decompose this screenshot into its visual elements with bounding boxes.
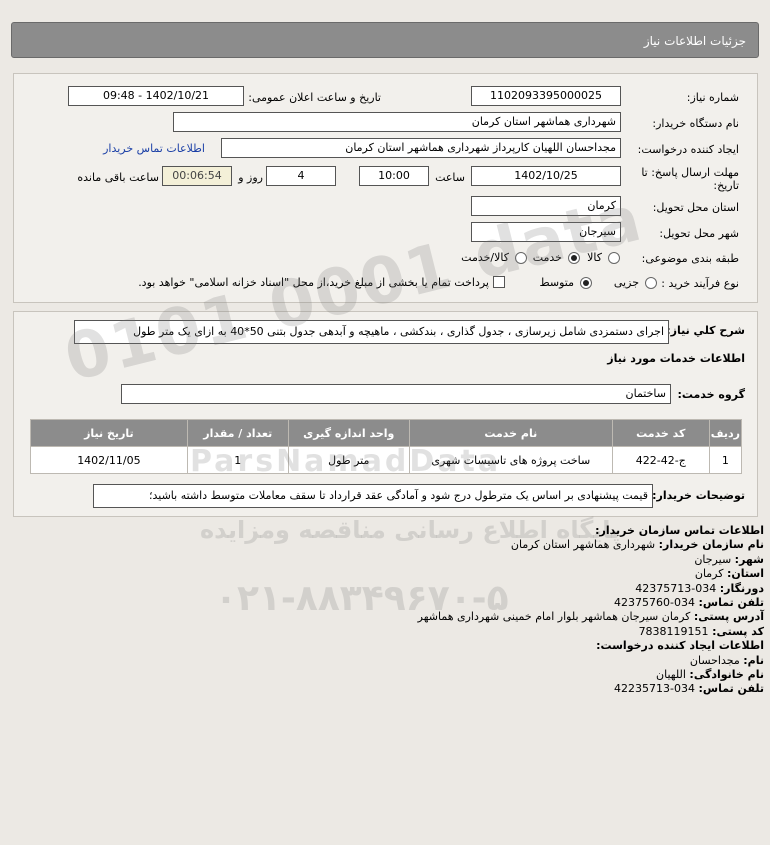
need-number-field: 1102093395000025: [471, 86, 621, 106]
contact-postal-label: کد پستی:: [712, 624, 764, 638]
description-label: شرح كلي نياز:: [666, 324, 745, 337]
table-header-row: ردیف کد خدمت نام خدمت واحد اندازه گیری ت…: [30, 419, 743, 447]
buyer-org-field: شهرداری هماشهر استان کرمان: [173, 112, 621, 132]
category-goods-service-radio[interactable]: [515, 252, 527, 264]
process-minor-label: جزیی: [613, 276, 639, 289]
column-header-need-date: تاریخ نیاز: [30, 419, 188, 447]
need-details-panel: شماره نیاز: 1102093395000025 تاریخ و ساع…: [13, 73, 758, 303]
contact-address: کرمان سیرجان هماشهر بلوار امام خمینی شهر…: [417, 610, 691, 624]
contact-org-label: نام سازمان خریدار:: [658, 538, 764, 552]
description-field: اجرای دستمزدی شامل زیرسازی ، جدول گذاری …: [74, 320, 669, 344]
creator-family: اللهیان: [656, 668, 686, 682]
province-label: استان محل تحویل:: [652, 201, 739, 214]
service-group-label: گروه خدمت:: [677, 388, 745, 401]
contact-org: شهرداری هماشهر استان کرمان: [510, 538, 656, 552]
cell-unit: متر طول: [287, 446, 410, 474]
deadline-date-field: 1402/10/25: [471, 166, 621, 186]
need-description-panel: شرح كلي نياز: اجرای دستمزدی شامل زیرسازی…: [13, 311, 758, 517]
column-header-service-code: کد خدمت: [611, 419, 710, 447]
cell-quantity: 1: [186, 446, 289, 474]
creator-name: مجداحسان: [689, 653, 740, 667]
cell-need-date: 1402/11/05: [30, 446, 188, 474]
city-field: سیرجان: [471, 222, 621, 242]
contact-province-label: استان:: [727, 567, 764, 581]
creator-phone-label: تلفن تماس:: [698, 682, 764, 696]
deadline-label: مهلت ارسال پاسخ: تا تاریخ:: [641, 166, 739, 192]
category-service-label: خدمت: [532, 251, 562, 264]
category-goods-radio[interactable]: [608, 252, 620, 264]
process-medium-label: متوسط: [539, 276, 574, 289]
page-title: جزئیات اطلاعات نیاز: [643, 34, 746, 48]
contact-province: کرمان: [694, 567, 724, 581]
remaining-time-field: 00:06:54: [162, 166, 232, 186]
contact-address-label: آدرس پستی:: [693, 610, 764, 624]
buyer-notes-field: قیمت پیشنهادی بر اساس یک مترطول درج شود …: [93, 484, 653, 508]
creator-name-label: نام:: [743, 653, 764, 667]
announce-field: 1402/10/21 - 09:48: [68, 86, 244, 106]
creator-phone: 034-42235713: [614, 682, 696, 696]
announce-label: تاریخ و ساعت اعلان عمومی:: [248, 91, 381, 104]
creator-field: مجداحسان اللهیان کارپرداز شهرداری هماشهر…: [221, 138, 621, 158]
buyer-org-label: نام دستگاه خریدار:: [652, 117, 739, 130]
deadline-time-field: 10:00: [359, 166, 429, 186]
category-label: طبقه بندی موضوعی:: [641, 252, 739, 265]
need-number-label: شماره نیاز:: [686, 91, 739, 104]
contact-city: سیرجان: [694, 552, 732, 566]
buyer-notes-label: توضیحات خریدار:: [652, 489, 745, 502]
process-label: نوع فرآیند خرید :: [661, 277, 739, 290]
contact-info: اطلاعات تماس سازمان خریدار: نام سازمان خ…: [24, 524, 764, 697]
contact-phone-label: تلفن تماس:: [698, 596, 764, 610]
column-header-service-name: نام خدمت: [408, 419, 613, 447]
page-header: جزئیات اطلاعات نیاز: [11, 22, 759, 58]
contact-city-label: شهر:: [734, 552, 764, 566]
contact-fax-label: دورنگار:: [719, 581, 764, 595]
deadline-time-label: ساعت: [435, 171, 465, 184]
days-field: 4: [266, 166, 336, 186]
table-row: 1 ج-42-422 ساخت پروژه های تاسیسات شهری م…: [30, 446, 743, 474]
service-group-field: ساختمان: [121, 384, 671, 404]
process-minor-radio[interactable]: [645, 277, 657, 289]
creator-label: ایجاد کننده درخواست:: [637, 143, 739, 156]
column-header-quantity: تعداد / مقدار: [186, 419, 289, 447]
contact-fax: 034-42375713: [635, 581, 717, 595]
cell-service-name: ساخت پروژه های تاسیسات شهری: [408, 446, 613, 474]
category-service-radio[interactable]: [568, 252, 580, 264]
city-label: شهر محل تحویل:: [659, 227, 739, 240]
contact-heading: اطلاعات تماس سازمان خریدار:: [595, 524, 764, 537]
column-header-unit: واحد اندازه گیری: [287, 419, 410, 447]
category-goods-service-label: کالا/خدمت: [461, 251, 509, 264]
services-heading: اطلاعات خدمات مورد نیاز: [607, 352, 745, 365]
contact-postal: 7838119151: [638, 624, 709, 638]
province-field: کرمان: [471, 196, 621, 216]
treasury-payment-checkbox[interactable]: [493, 276, 505, 288]
days-label: روز و: [238, 171, 263, 184]
column-header-row-number: ردیف: [708, 419, 743, 447]
services-table: ردیف کد خدمت نام خدمت واحد اندازه گیری ت…: [30, 419, 743, 474]
cell-row-number: 1: [708, 446, 743, 474]
category-goods-label: کالا: [587, 251, 602, 264]
creator-family-label: نام خانوادگی:: [689, 668, 764, 682]
creator-info-heading: اطلاعات ایجاد کننده درخواست:: [596, 639, 764, 653]
remaining-label: ساعت باقی مانده: [77, 171, 159, 184]
cell-service-code: ج-42-422: [611, 446, 710, 474]
process-medium-radio[interactable]: [580, 277, 592, 289]
contact-phone: 034-42375760: [614, 596, 696, 610]
treasury-payment-text: پرداخت تمام یا بخشی از مبلغ خرید،از محل …: [138, 276, 489, 289]
buyer-contact-link[interactable]: اطلاعات تماس خریدار: [103, 142, 205, 155]
